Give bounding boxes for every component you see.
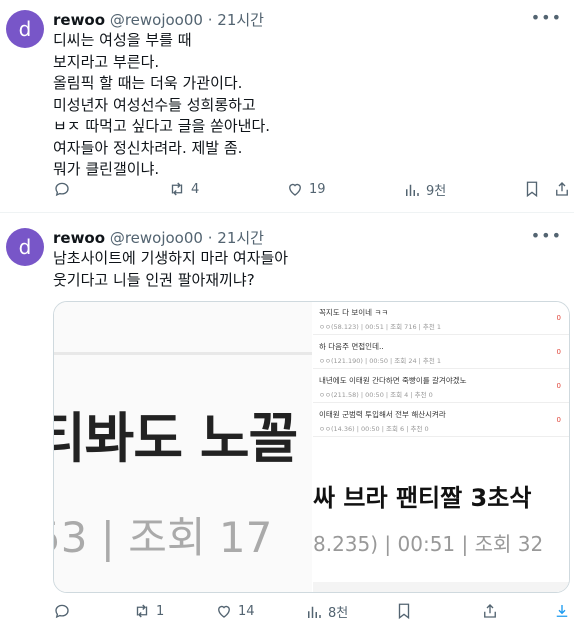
post-meta: ㅇㅇ(58.123) | 00:51 | 조회 716 | 추천 1: [319, 323, 442, 331]
post-meta: ㅇㅇ(14.36) | 00:50 | 조회 6 | 추천 0: [319, 425, 429, 433]
post-title: 하 다음주 면접인데..: [319, 342, 384, 351]
reply-button[interactable]: [53, 180, 76, 198]
user-handle[interactable]: @rewojoo00: [110, 11, 203, 29]
post-meta: ㅇㅇ(121.190) | 00:50 | 조회 24 | 추천 1: [319, 357, 442, 365]
text-line: 디씨는 여성을 부를 때: [53, 31, 192, 49]
avatar[interactable]: d: [6, 228, 44, 266]
tweet[interactable]: d rewoo @rewojoo00 · 21시간 ••• 남초사이트에 기생하…: [0, 214, 574, 632]
avatar[interactable]: d: [6, 10, 44, 48]
list-item: 이태원 군범력 투입해서 전부 해산시켜라 ㅇㅇ(14.36) | 00:50 …: [313, 404, 569, 437]
comment-count: 0: [556, 314, 561, 322]
reply-button[interactable]: [53, 602, 76, 620]
tweet-header: rewoo @rewojoo00 · 21시간: [53, 227, 264, 248]
comment-count: 0: [556, 416, 561, 424]
download-button[interactable]: [553, 602, 571, 620]
text-line: 여자들아 정신차려라. 제발 좀.: [53, 138, 243, 157]
text-line: 남초사이트에 기생하지 마라 여자들아: [53, 249, 289, 267]
heart-icon: [218, 605, 230, 618]
retweet-icon: [136, 604, 148, 618]
post-meta: ㅇㅇ(211.58) | 00:50 | 조회 4 | 추천 0: [319, 391, 433, 399]
text-line: 올림픽 할 때는 더욱 가관이다.: [53, 74, 243, 92]
views-chart-icon: [406, 184, 419, 196]
bookmark-button[interactable]: [523, 180, 541, 198]
list-item: 하 다음주 면접인데.. ㅇㅇ(121.190) | 00:50 | 조회 24…: [313, 336, 569, 369]
like-count: 19: [309, 181, 326, 197]
post-title: 꼭지도 다 보이네 ㅋㅋ: [319, 308, 389, 317]
bookmark-button[interactable]: [395, 602, 413, 620]
separator-dot: ·: [207, 11, 213, 29]
action-bar: 4 19 9천: [53, 180, 573, 204]
text-line: ㅂㅈ 따먹고 싶다고 글을 쏟아낸다.: [53, 117, 271, 135]
comment-count: 0: [556, 348, 561, 356]
comment-count: 0: [556, 382, 561, 390]
like-button[interactable]: 14: [215, 602, 255, 620]
list-item: 내년에도 이태원 간다하면 죽빵이를 갈겨야겠노 ㅇㅇ(211.58) | 00…: [313, 370, 569, 403]
image-title-text: 싸 브라 팬티짤 3초삭: [313, 484, 532, 512]
media-image-left[interactable]: 티봐도 노꼴 53 | 조회 17: [54, 302, 312, 592]
retweet-icon: [171, 182, 183, 196]
image-text: 티봐도 노꼴: [54, 407, 298, 470]
post-title: 내년에도 이태원 간다하면 죽빵이를 갈겨야겠노: [319, 376, 467, 385]
list-item: 꼭지도 다 보이네 ㅋㅋ ㅇㅇ(58.123) | 00:51 | 조회 716…: [313, 302, 569, 335]
retweet-button[interactable]: 4: [168, 180, 199, 198]
action-bar: 1 14 8천: [53, 602, 573, 626]
text-line: 미성년자 여성선수들 성희롱하고: [53, 95, 256, 114]
like-count: 14: [238, 603, 255, 619]
user-handle[interactable]: @rewojoo00: [110, 229, 203, 247]
share-icon: [556, 182, 568, 196]
tweet-text: 남초사이트에 기생하지 마라 여자들아 웃기다고 니들 인권 팔아재끼냐?: [53, 248, 288, 291]
reply-icon: [55, 604, 69, 619]
download-icon: [556, 605, 568, 617]
image-meta-text: 53 | 조회 17: [54, 513, 273, 562]
display-name[interactable]: rewoo: [53, 229, 105, 247]
retweet-count: 1: [156, 603, 165, 619]
retweet-button[interactable]: 1: [133, 602, 164, 620]
like-button[interactable]: 19: [286, 180, 326, 198]
more-options-icon[interactable]: •••: [531, 8, 562, 27]
tweet-header: rewoo @rewojoo00 · 21시간: [53, 9, 264, 30]
text-line: 보지라고 부른다.: [53, 52, 160, 71]
media-image-right[interactable]: 꼭지도 다 보이네 ㅋㅋ ㅇㅇ(58.123) | 00:51 | 조회 716…: [313, 302, 569, 592]
bookmark-icon: [398, 603, 410, 620]
divider: [54, 352, 312, 355]
image-meta-text: 8.235) | 00:51 | 조회 32: [313, 532, 544, 556]
image-footer: [313, 582, 569, 592]
retweet-count: 4: [191, 181, 200, 197]
display-name[interactable]: rewoo: [53, 11, 105, 29]
views-button[interactable]: 8천: [305, 602, 348, 621]
text-line: 뭐가 클린갤이냐.: [53, 160, 160, 178]
post-title: 이태원 군범력 투입해서 전부 해산시켜라: [319, 410, 446, 419]
share-button[interactable]: [553, 180, 571, 198]
share-icon: [484, 604, 496, 618]
share-button[interactable]: [481, 602, 499, 620]
tweet[interactable]: d rewoo @rewojoo00 · 21시간 ••• 디씨는 여성을 부를…: [0, 0, 574, 213]
views-chart-icon: [308, 606, 321, 618]
views-count: 8천: [328, 606, 349, 621]
text-line: 웃기다고 니들 인권 팔아재끼냐?: [53, 270, 255, 289]
views-count: 9천: [426, 184, 447, 199]
reply-icon: [55, 182, 69, 197]
more-options-icon[interactable]: •••: [531, 226, 562, 245]
tweet-text: 디씨는 여성을 부를 때 보지라고 부른다. 올림픽 할 때는 더욱 가관이다.…: [53, 30, 270, 181]
separator-dot: ·: [207, 229, 213, 247]
timestamp[interactable]: 21시간: [217, 229, 264, 247]
bookmark-icon: [526, 181, 538, 198]
views-button[interactable]: 9천: [403, 180, 446, 199]
heart-icon: [289, 183, 301, 196]
media-attachment[interactable]: 티봐도 노꼴 53 | 조회 17 꼭지도 다 보이네 ㅋㅋ ㅇㅇ(58.123…: [53, 301, 570, 593]
timestamp[interactable]: 21시간: [217, 11, 264, 29]
